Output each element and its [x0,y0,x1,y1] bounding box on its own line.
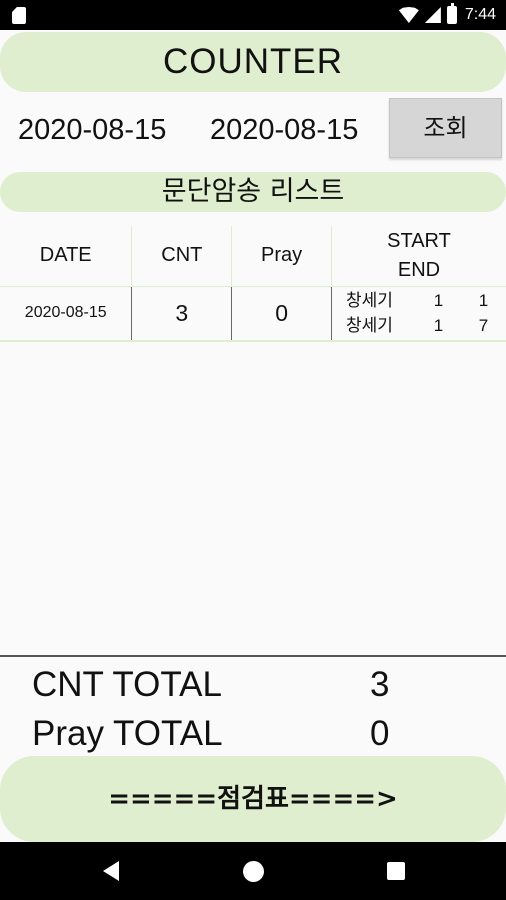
table-header: DATE CNT Pray START END [0,226,506,287]
status-bar: 7:44 [0,0,506,30]
table-row[interactable]: 2020-08-15 3 0 창세기 1 1 창세기 1 7 [0,286,506,342]
start-chapter: 1 [433,291,444,311]
end-chapter: 1 [433,316,444,336]
end-verse-number: 7 [478,316,489,336]
battery-icon [446,3,457,24]
row-verse-range: 창세기 1 1 창세기 1 7 [330,286,506,342]
totals-divider [0,655,506,657]
column-header-cnt: CNT [131,226,232,287]
navigation-bar [0,842,506,900]
pray-total-value: 0 [370,714,390,753]
pray-total-label: Pray TOTAL [32,714,223,753]
page-title: COUNTER [162,42,344,81]
end-verse: 창세기 1 7 [346,313,506,338]
start-book: 창세기 [345,291,393,311]
signal-icon [424,7,441,23]
back-icon[interactable] [103,861,119,881]
query-button[interactable]: 조회 [389,98,502,158]
home-icon[interactable] [243,861,264,882]
wifi-icon [398,7,419,23]
end-date[interactable]: 2020-08-15 [210,108,358,152]
list-title: 문단암송 리스트 [161,176,345,207]
column-header-pray: Pray [231,226,332,287]
recitation-table: DATE CNT Pray START END 2020-08-15 3 0 창… [0,226,506,342]
recents-icon[interactable] [387,862,405,880]
column-header-start: START [387,229,451,252]
start-verse: 창세기 1 1 [346,288,506,313]
sd-card-icon [12,7,26,24]
start-date[interactable]: 2020-08-15 [18,108,166,152]
column-header-end: END [397,258,441,281]
column-header-date: DATE [0,226,132,287]
cnt-total-value: 3 [370,665,390,704]
start-verse-number: 1 [478,291,489,311]
end-book: 창세기 [345,316,393,336]
cnt-total-label: CNT TOTAL [32,665,222,704]
row-cnt: 3 [131,286,232,342]
row-pray: 0 [231,286,332,342]
status-time: 7:44 [464,6,496,23]
checklist-button[interactable]: =====점검표====> [0,756,506,842]
column-header-range: START END [330,226,506,287]
row-date: 2020-08-15 [0,286,132,342]
